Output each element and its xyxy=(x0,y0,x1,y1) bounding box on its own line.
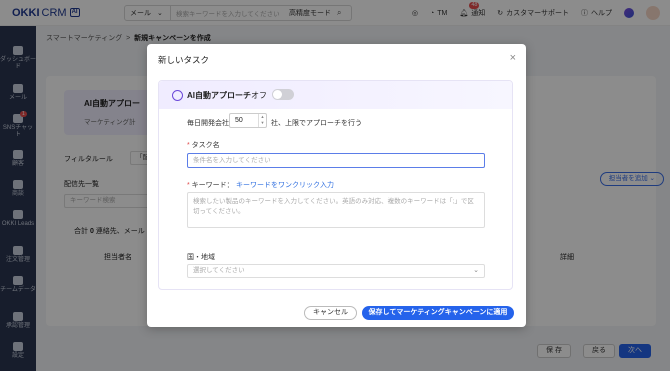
chevron-down-icon: ⌄ xyxy=(473,267,479,274)
region-placeholder: 選択してください xyxy=(193,267,245,274)
daily-companies-label: 毎日開発会社 xyxy=(187,120,229,127)
region-label: 国・地域 xyxy=(187,254,215,261)
keyword-quick-input-link[interactable]: キーワードをワンクリック入力 xyxy=(236,180,334,190)
daily-companies-input[interactable]: 50 ▲ ▼ xyxy=(229,113,267,128)
daily-companies-suffix: 社、上限でアプローチを行う xyxy=(271,120,362,127)
dialog-title: 新しいタスク xyxy=(158,55,210,65)
keyword-textarea[interactable]: 検索したい製品のキーワードを入力してください。英語のみ対応、複数のキーワードは「… xyxy=(187,192,485,228)
ai-approach-header: AI自動アプローチ オフ xyxy=(159,81,512,109)
task-name-input[interactable]: 条件名を入力してください xyxy=(187,153,485,168)
keyword-label: * キーワード： xyxy=(187,182,234,189)
daily-companies-value: 50 xyxy=(235,117,243,124)
close-icon[interactable]: × xyxy=(510,52,516,64)
ai-robot-icon xyxy=(172,90,183,101)
save-and-apply-button[interactable]: 保存してマーケティングキャンペーンに適用 xyxy=(362,306,514,320)
task-name-label: * タスク名 xyxy=(187,142,220,149)
ai-approach-state: オフ xyxy=(251,91,267,100)
ai-approach-title: AI自動アプローチ xyxy=(187,91,251,100)
cancel-button[interactable]: キャンセル xyxy=(304,306,357,320)
toggle-knob xyxy=(273,90,282,99)
region-select[interactable]: 選択してください ⌄ xyxy=(187,264,485,278)
ai-approach-toggle[interactable] xyxy=(272,89,294,100)
stepper-arrows-icon[interactable]: ▲ ▼ xyxy=(258,114,266,127)
